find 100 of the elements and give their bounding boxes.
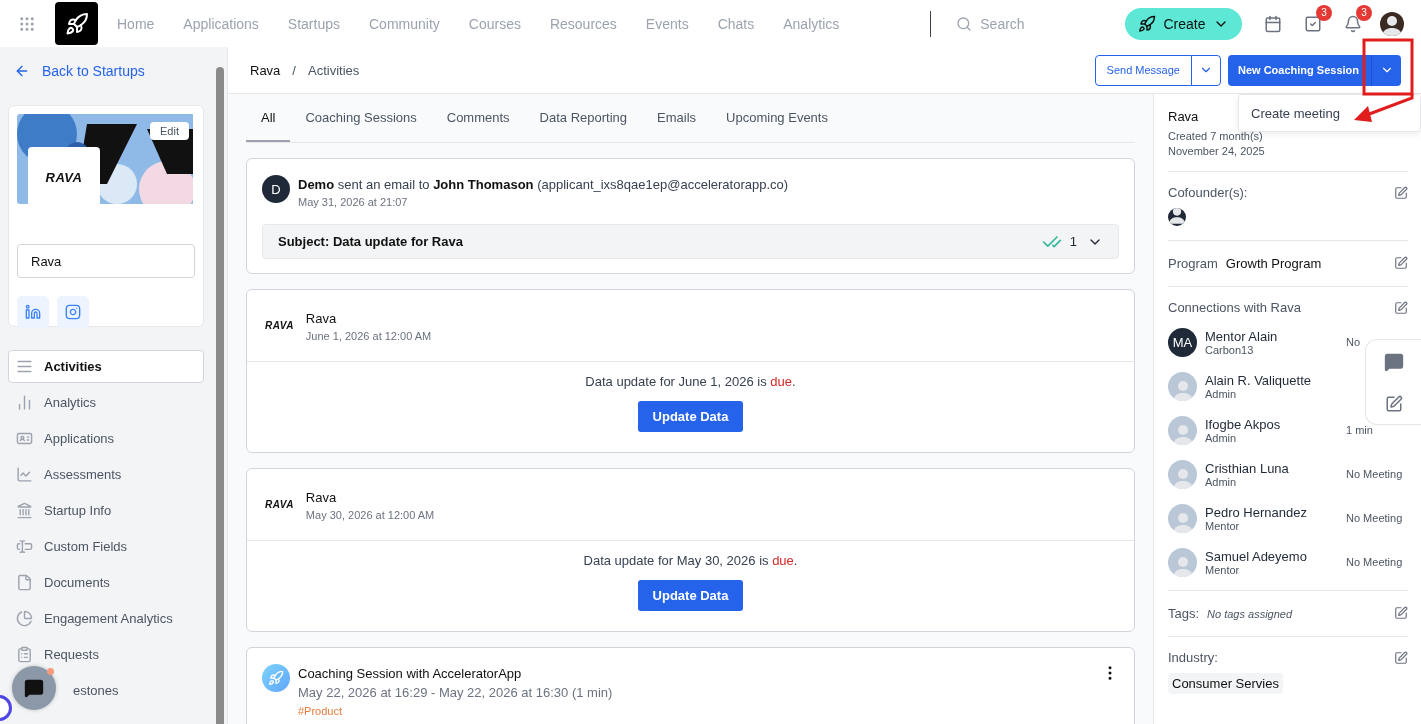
edit-button[interactable]: Edit (150, 122, 189, 140)
new-session-button[interactable]: New Coaching Session (1227, 54, 1371, 86)
notification-dot (47, 668, 54, 675)
activity-date: June 1, 2026 at 12:00 AM (305, 330, 432, 342)
tab[interactable]: Data Reporting (524, 94, 643, 142)
chat-launcher[interactable] (12, 666, 56, 710)
created-date: November 24, 2025 (1168, 145, 1266, 157)
notification-badge: 3 (1316, 4, 1332, 21)
sidebar-item[interactable]: Analytics (8, 386, 204, 419)
connection-role: Carbon13 (1205, 343, 1255, 356)
dropdown-caret-button[interactable] (1190, 54, 1221, 86)
data-update-message: Data update for May 30, 2026 is due. (583, 553, 798, 568)
connection-role: Admin (1205, 431, 1237, 444)
sidebar-item[interactable]: Applications (8, 422, 204, 455)
startup-name: Rava (1168, 109, 1199, 124)
edit-icon[interactable] (1394, 650, 1408, 665)
email-subject: Subject: Data update for Rava (278, 234, 464, 249)
menu-item[interactable]: Create meeting (1239, 105, 1340, 121)
user-avatar[interactable]: MA (1168, 327, 1197, 357)
search-icon (956, 15, 973, 32)
edit-icon[interactable] (1394, 300, 1408, 315)
dropdown-caret-button[interactable] (1371, 54, 1401, 86)
meeting-status: No Meeting (1346, 468, 1404, 480)
bell-icon[interactable] (1344, 14, 1362, 33)
rocket-logo[interactable] (55, 2, 98, 45)
read-count: 1 (1069, 234, 1077, 249)
breadcrumb-item[interactable]: Rava (250, 62, 281, 78)
create-button[interactable]: Create (1125, 7, 1242, 40)
connection-name[interactable]: Samuel Adeyemo (1205, 548, 1307, 564)
sidebar-item[interactable]: Assessments (8, 458, 204, 491)
edit-icon[interactable] (1394, 606, 1408, 620)
section-label: Program (1168, 256, 1218, 271)
connection-name[interactable]: Mentor Alain (1205, 328, 1278, 344)
activity-title: Rava (305, 311, 337, 326)
section-label: Connections with Rava (1168, 300, 1301, 315)
rocket-icon (1138, 14, 1157, 33)
bank-icon (16, 502, 34, 519)
tab[interactable]: Coaching Sessions (290, 94, 432, 142)
activity-date: May 30, 2026 at 12:00 AM (305, 509, 435, 521)
sidebar-item[interactable]: Documents (8, 566, 204, 599)
meeting-status: 1 min (1346, 424, 1374, 436)
edit-icon[interactable] (1394, 256, 1408, 270)
document-icon (16, 574, 34, 591)
cofounder-avatar[interactable] (1168, 208, 1186, 226)
line-chart-icon (16, 466, 34, 483)
sidebar-item[interactable]: Engagement Analytics (8, 602, 204, 635)
tasks-icon[interactable] (1304, 14, 1322, 33)
startup-logo: RAVA (265, 499, 294, 510)
email-summary: Demo sent an email to John Thomason (applicant_ixs8qae1ep@acceleratorapp.co) (298, 177, 789, 192)
sidebar-item[interactable]: Activities (8, 350, 204, 383)
meeting-status: No (1346, 336, 1362, 348)
notification-badge: 3 (1356, 4, 1372, 21)
connection-name[interactable]: Pedro Hernandez (1205, 504, 1307, 520)
connection-role: Mentor (1205, 519, 1241, 532)
section-label: Industry: (1168, 650, 1218, 665)
name-field[interactable]: Rava (17, 244, 195, 278)
linkedin-icon[interactable] (17, 296, 49, 328)
update-data-button[interactable]: Update Data (638, 401, 743, 432)
back-link[interactable]: Back to Startups (8, 47, 204, 95)
sidebar-item[interactable]: estones (8, 674, 204, 707)
activity-date: May 31, 2026 at 21:07 (298, 196, 409, 208)
tab[interactable]: Upcoming Events (711, 94, 843, 142)
menu-icon (16, 358, 34, 375)
meeting-status: No Meeting (1346, 556, 1404, 568)
apps-grid-icon[interactable] (18, 14, 36, 33)
section-label: Tags: (1168, 606, 1200, 621)
sidebar-item[interactable]: Startup Info (8, 494, 204, 527)
activity-title: Rava (305, 490, 337, 505)
text-field-icon (16, 538, 34, 555)
connection-name[interactable]: Ifogbe Akpos (1205, 416, 1281, 432)
breadcrumb-item: Activities (308, 62, 360, 78)
data-update-message: Data update for June 1, 2026 is due. (585, 374, 796, 389)
update-data-button[interactable]: Update Data (638, 580, 743, 611)
pie-chart-icon (16, 610, 34, 627)
send-message-button[interactable]: Send Message (1094, 54, 1192, 86)
chat-icon[interactable] (1383, 351, 1404, 372)
tab[interactable]: All (246, 94, 291, 142)
sidebar-item[interactable]: Requests (8, 638, 204, 671)
tab[interactable]: Comments (431, 94, 525, 142)
activity-date: May 22, 2026 at 16:29 - May 22, 2026 at 16:30 (1 min) (298, 685, 614, 700)
edit-icon[interactable] (1394, 185, 1408, 200)
id-card-icon (16, 430, 34, 447)
startup-logo: RAVA (265, 320, 294, 331)
user-avatar[interactable] (1380, 11, 1404, 36)
calendar-icon[interactable] (1264, 14, 1282, 33)
connection-name[interactable]: Cristhian Luna (1205, 460, 1289, 476)
connection-role: Mentor (1205, 563, 1241, 576)
person-silhouette-icon (1168, 208, 1186, 226)
instagram-icon[interactable] (57, 296, 89, 328)
created-text: Created 7 month(s) (1168, 130, 1264, 142)
tab[interactable]: Emails (642, 94, 712, 142)
chat-icon (24, 678, 44, 698)
scrollbar-thumb[interactable] (215, 67, 224, 724)
meeting-status: No Meeting (1346, 512, 1404, 524)
email-subject-row[interactable]: Subject: Data update for Rava 1 (262, 224, 1119, 259)
edit-icon[interactable] (1384, 394, 1403, 413)
connection-name[interactable]: Alain R. Valiquette (1205, 372, 1311, 388)
session-tag: #Product (298, 705, 1093, 717)
clipboard-icon (16, 646, 34, 663)
sidebar-item[interactable]: Custom Fields (8, 530, 204, 563)
